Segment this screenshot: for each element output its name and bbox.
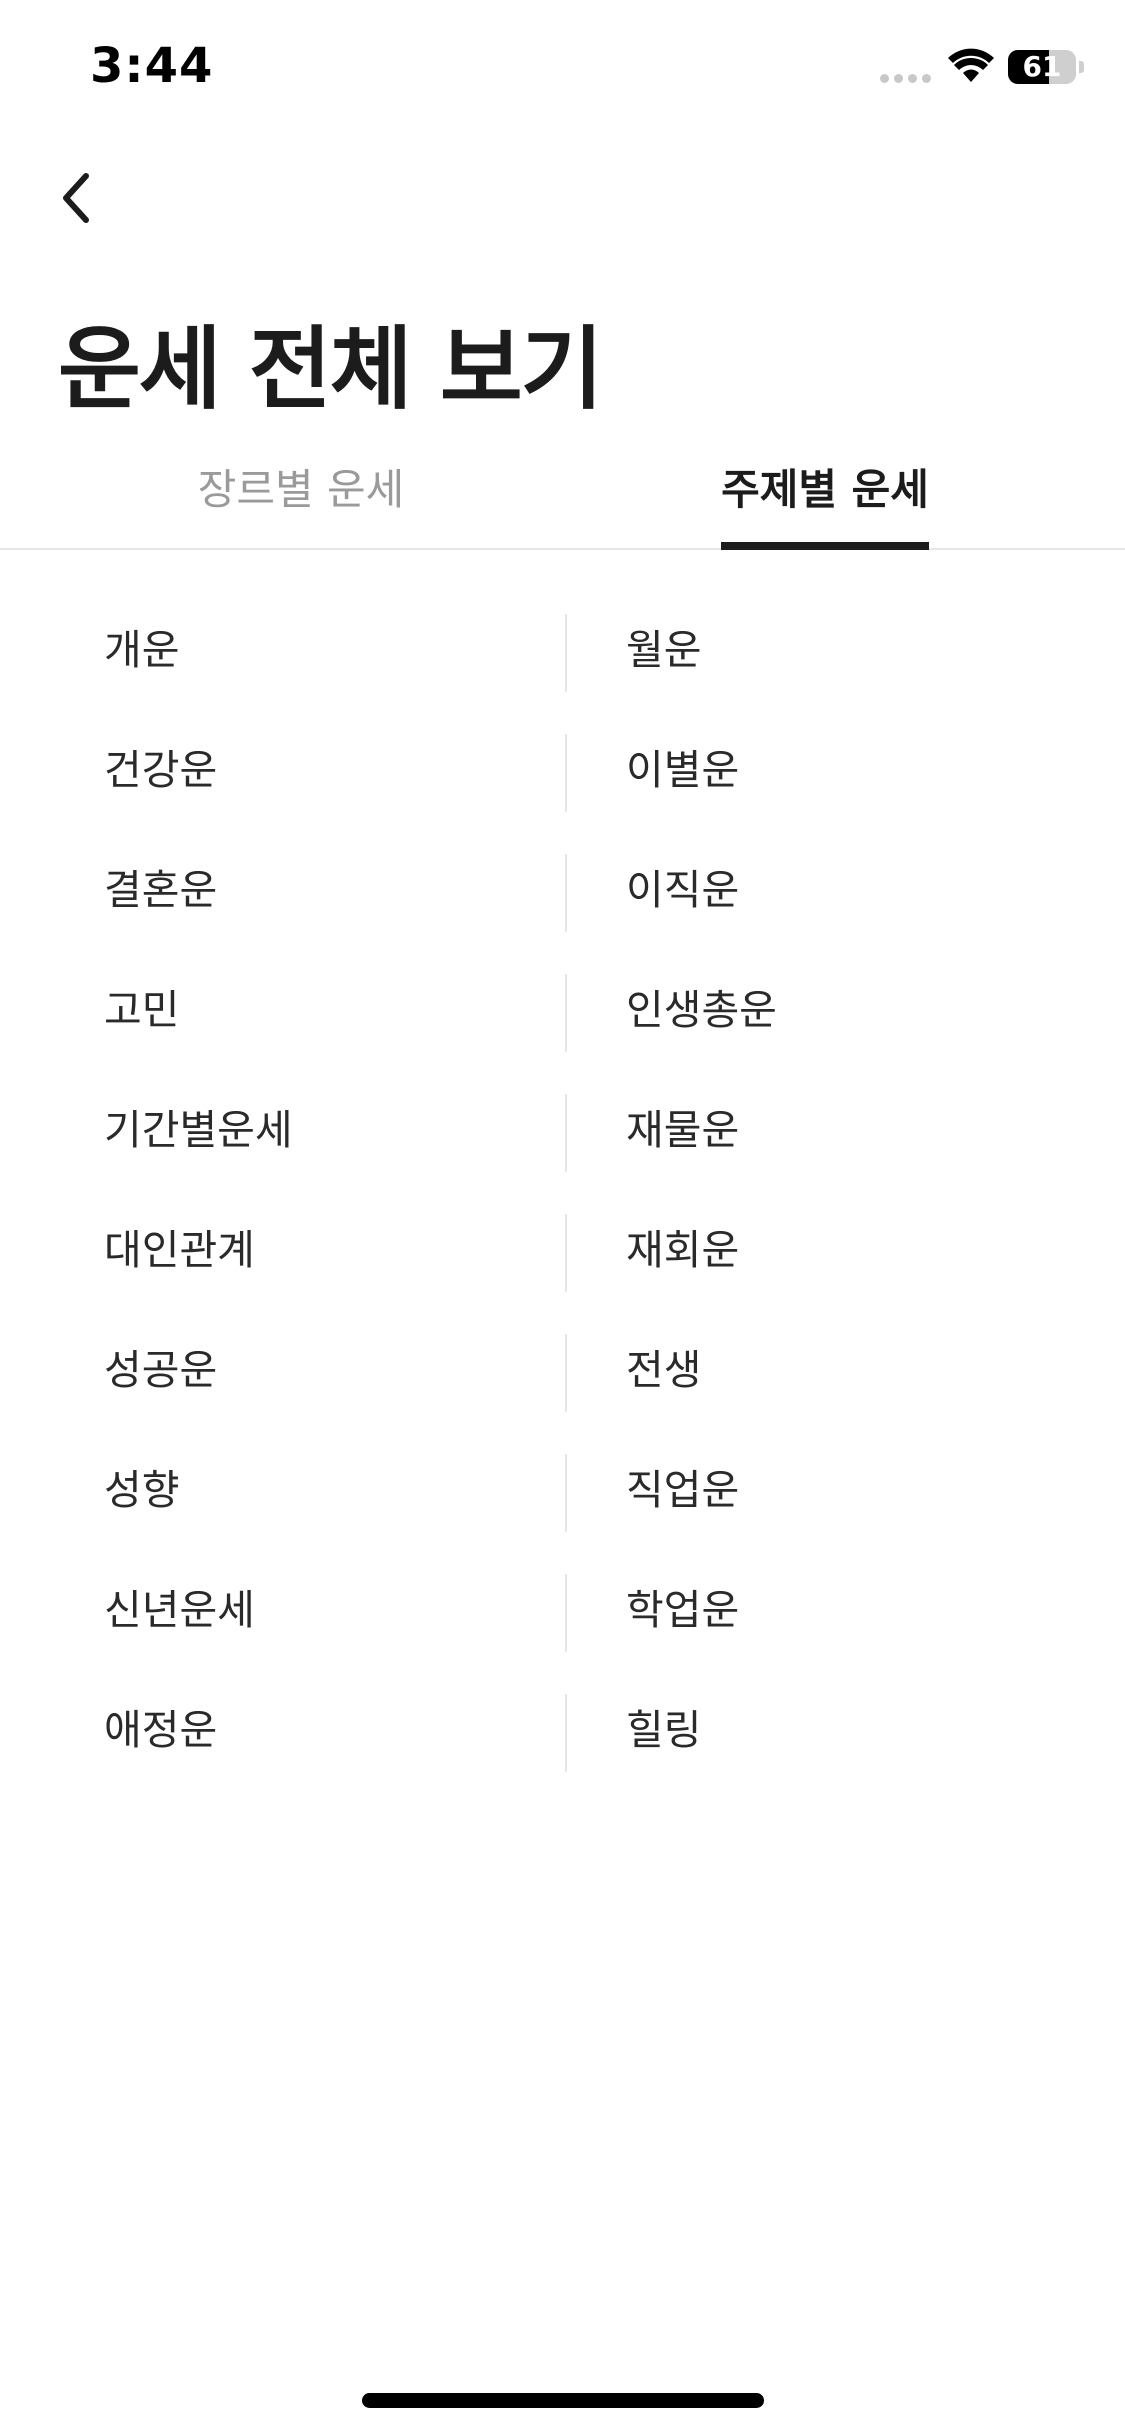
tab-genre-fortune[interactable]: 장르별 운세 <box>20 440 582 548</box>
list-item[interactable]: 직업운 <box>626 1440 1066 1560</box>
status-time: 3:44 <box>90 38 214 94</box>
list-item[interactable]: 성향 <box>104 1440 544 1560</box>
list-item[interactable]: 결혼운 <box>104 840 544 960</box>
list-item[interactable]: 이직운 <box>626 840 1066 960</box>
status-bar: 3:44 61 <box>0 0 1125 132</box>
battery-icon: 61 <box>1008 50 1076 84</box>
tab-topic-fortune[interactable]: 주제별 운세 <box>544 440 1106 550</box>
column-divider <box>565 1214 567 1292</box>
tab-label: 주제별 운세 <box>721 440 929 550</box>
list-item[interactable]: 신년운세 <box>104 1560 544 1680</box>
column-divider <box>565 1334 567 1412</box>
chevron-left-icon <box>63 173 89 223</box>
column-divider <box>565 1094 567 1172</box>
column-divider <box>565 1694 567 1772</box>
list-item[interactable]: 학업운 <box>626 1560 1066 1680</box>
list-row: 성공운 전생 <box>0 1320 1125 1440</box>
page-title: 운세 전체 보기 <box>58 317 603 422</box>
active-tab-indicator <box>721 542 929 550</box>
tab-label: 장르별 운세 <box>197 465 405 514</box>
home-indicator[interactable] <box>362 2393 764 2408</box>
tab-label-text: 주제별 운세 <box>721 465 929 514</box>
column-divider <box>565 1574 567 1652</box>
list-item[interactable]: 힐링 <box>626 1680 1066 1800</box>
list-item[interactable]: 전생 <box>626 1320 1066 1440</box>
list-row: 신년운세 학업운 <box>0 1560 1125 1680</box>
list-row: 개운 월운 <box>0 600 1125 720</box>
list-item[interactable]: 건강운 <box>104 720 544 840</box>
list-item[interactable]: 월운 <box>626 600 1066 720</box>
list-item[interactable]: 이별운 <box>626 720 1066 840</box>
list-row: 건강운 이별운 <box>0 720 1125 840</box>
list-item[interactable]: 애정운 <box>104 1680 544 1800</box>
list-row: 성향 직업운 <box>0 1440 1125 1560</box>
column-divider <box>565 854 567 932</box>
list-row: 대인관계 재회운 <box>0 1200 1125 1320</box>
column-divider <box>565 734 567 812</box>
topic-list: 개운 월운 건강운 이별운 결혼운 이직운 고민 인생총운 기간별운세 재물운 대인관계 재회운 성공운… <box>0 600 1125 1800</box>
list-item[interactable]: 고민 <box>104 960 544 1080</box>
tab-bar: 장르별 운세 주제별 운세 <box>0 440 1125 550</box>
list-item[interactable]: 개운 <box>104 600 544 720</box>
list-item[interactable]: 성공운 <box>104 1320 544 1440</box>
list-item[interactable]: 인생총운 <box>626 960 1066 1080</box>
list-row: 기간별운세 재물운 <box>0 1080 1125 1200</box>
battery-level: 61 <box>1022 50 1062 83</box>
back-button[interactable] <box>40 150 112 246</box>
column-divider <box>565 614 567 692</box>
column-divider <box>565 1454 567 1532</box>
column-divider <box>565 974 567 1052</box>
signal-dots-icon <box>880 74 931 83</box>
wifi-icon <box>948 48 994 82</box>
list-row: 결혼운 이직운 <box>0 840 1125 960</box>
list-item[interactable]: 대인관계 <box>104 1200 544 1320</box>
battery-cap <box>1079 61 1084 73</box>
list-item[interactable]: 재회운 <box>626 1200 1066 1320</box>
list-row: 애정운 힐링 <box>0 1680 1125 1800</box>
list-item[interactable]: 재물운 <box>626 1080 1066 1200</box>
list-item[interactable]: 기간별운세 <box>104 1080 544 1200</box>
list-row: 고민 인생총운 <box>0 960 1125 1080</box>
